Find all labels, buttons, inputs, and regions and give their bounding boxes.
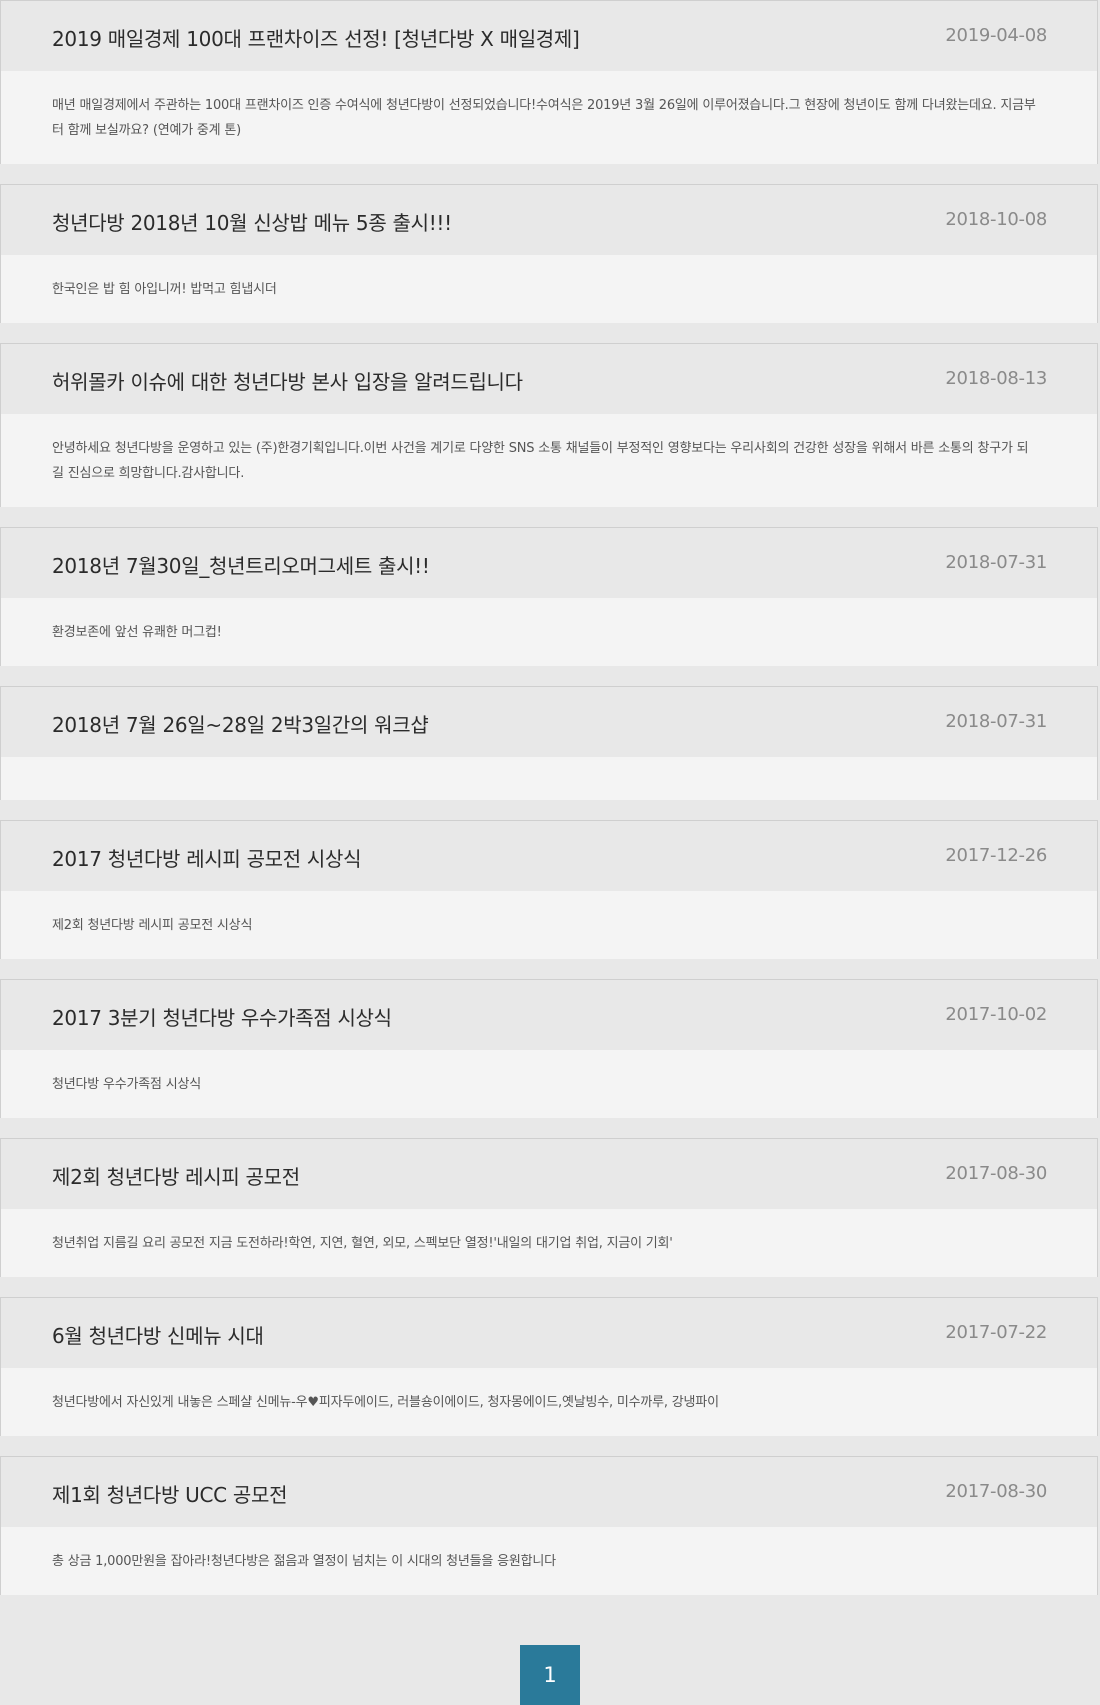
notice-body: 환경보존에 앞선 유쾌한 머그컵! — [1, 598, 1097, 666]
notice-item[interactable]: 허위몰카 이슈에 대한 청년다방 본사 입장을 알려드립니다 2018-08-1… — [0, 343, 1098, 507]
notice-title[interactable]: 청년다방 2018년 10월 신상밥 메뉴 5종 출시!!! — [52, 207, 452, 236]
notice-header[interactable]: 청년다방 2018년 10월 신상밥 메뉴 5종 출시!!! 2018-10-0… — [1, 185, 1097, 255]
notice-item[interactable]: 2018년 7월 26일~28일 2박3일간의 워크샵 2018-07-31 — [0, 686, 1098, 800]
notice-body: 청년취업 지름길 요리 공모전 지금 도전하라!학연, 지연, 혈연, 외모, … — [1, 1209, 1097, 1277]
notice-body: 매년 매일경제에서 주관하는 100대 프랜차이즈 인증 수여식에 청년다방이 … — [1, 71, 1097, 164]
notice-title[interactable]: 제2회 청년다방 레시피 공모전 — [52, 1161, 300, 1190]
notice-title[interactable]: 제1회 청년다방 UCC 공모전 — [52, 1479, 287, 1508]
notice-body: 제2회 청년다방 레시피 공모전 시상식 — [1, 891, 1097, 959]
notice-header[interactable]: 2017 3분기 청년다방 우수가족점 시상식 2017-10-02 — [1, 980, 1097, 1050]
page-1-button[interactable]: 1 — [520, 1645, 580, 1705]
notice-body: 안녕하세요 청년다방을 운영하고 있는 (주)한경기획입니다.이번 사건을 계기… — [1, 414, 1097, 507]
notice-date: 2017-08-30 — [945, 1163, 1047, 1184]
notice-body: 청년다방 우수가족점 시상식 — [1, 1050, 1097, 1118]
notice-header[interactable]: 2017 청년다방 레시피 공모전 시상식 2017-12-26 — [1, 821, 1097, 891]
notice-title[interactable]: 2017 청년다방 레시피 공모전 시상식 — [52, 843, 362, 872]
notice-date: 2017-12-26 — [945, 845, 1047, 866]
notice-item[interactable]: 2019 매일경제 100대 프랜차이즈 선정! [청년다방 X 매일경제] 2… — [0, 0, 1098, 164]
notice-header[interactable]: 제1회 청년다방 UCC 공모전 2017-08-30 — [1, 1457, 1097, 1527]
pagination: 1 — [520, 1645, 580, 1705]
notice-header[interactable]: 제2회 청년다방 레시피 공모전 2017-08-30 — [1, 1139, 1097, 1209]
notice-body — [1, 757, 1097, 800]
notice-date: 2018-08-13 — [945, 368, 1047, 389]
notice-title[interactable]: 2019 매일경제 100대 프랜차이즈 선정! [청년다방 X 매일경제] — [52, 23, 580, 52]
notice-header[interactable]: 2018년 7월 26일~28일 2박3일간의 워크샵 2018-07-31 — [1, 687, 1097, 757]
notice-title[interactable]: 허위몰카 이슈에 대한 청년다방 본사 입장을 알려드립니다 — [52, 366, 523, 395]
notice-item[interactable]: 2017 3분기 청년다방 우수가족점 시상식 2017-10-02 청년다방 … — [0, 979, 1098, 1118]
notice-item[interactable]: 제2회 청년다방 레시피 공모전 2017-08-30 청년취업 지름길 요리 … — [0, 1138, 1098, 1277]
notice-body: 총 상금 1,000만원을 잡아라!청년다방은 젊음과 열정이 넘치는 이 시대… — [1, 1527, 1097, 1595]
notice-item[interactable]: 제1회 청년다방 UCC 공모전 2017-08-30 총 상금 1,000만원… — [0, 1456, 1098, 1595]
notice-title[interactable]: 6월 청년다방 신메뉴 시대 — [52, 1320, 264, 1349]
notice-header[interactable]: 허위몰카 이슈에 대한 청년다방 본사 입장을 알려드립니다 2018-08-1… — [1, 344, 1097, 414]
notice-item[interactable]: 6월 청년다방 신메뉴 시대 2017-07-22 청년다방에서 자신있게 내놓… — [0, 1297, 1098, 1436]
notice-item[interactable]: 2018년 7월30일_청년트리오머그세트 출시!! 2018-07-31 환경… — [0, 527, 1098, 666]
notice-date: 2019-04-08 — [945, 25, 1047, 46]
notice-date: 2017-08-30 — [945, 1481, 1047, 1502]
notice-title[interactable]: 2017 3분기 청년다방 우수가족점 시상식 — [52, 1002, 392, 1031]
notice-header[interactable]: 2018년 7월30일_청년트리오머그세트 출시!! 2018-07-31 — [1, 528, 1097, 598]
notice-date: 2018-10-08 — [945, 209, 1047, 230]
notice-date: 2017-07-22 — [945, 1322, 1047, 1343]
notice-body: 청년다방에서 자신있게 내놓은 스페샬 신메뉴-우♥피자두에이드, 러블숑이에이… — [1, 1368, 1097, 1436]
notice-body: 한국인은 밥 힘 아입니꺼! 밥먹고 힘냅시더 — [1, 255, 1097, 323]
notice-title[interactable]: 2018년 7월 26일~28일 2박3일간의 워크샵 — [52, 709, 429, 738]
notice-title[interactable]: 2018년 7월30일_청년트리오머그세트 출시!! — [52, 550, 430, 579]
notice-item[interactable]: 청년다방 2018년 10월 신상밥 메뉴 5종 출시!!! 2018-10-0… — [0, 184, 1098, 323]
notice-date: 2018-07-31 — [945, 711, 1047, 732]
notice-date: 2018-07-31 — [945, 552, 1047, 573]
notice-header[interactable]: 6월 청년다방 신메뉴 시대 2017-07-22 — [1, 1298, 1097, 1368]
notice-date: 2017-10-02 — [945, 1004, 1047, 1025]
notice-item[interactable]: 2017 청년다방 레시피 공모전 시상식 2017-12-26 제2회 청년다… — [0, 820, 1098, 959]
notice-header[interactable]: 2019 매일경제 100대 프랜차이즈 선정! [청년다방 X 매일경제] 2… — [1, 1, 1097, 71]
